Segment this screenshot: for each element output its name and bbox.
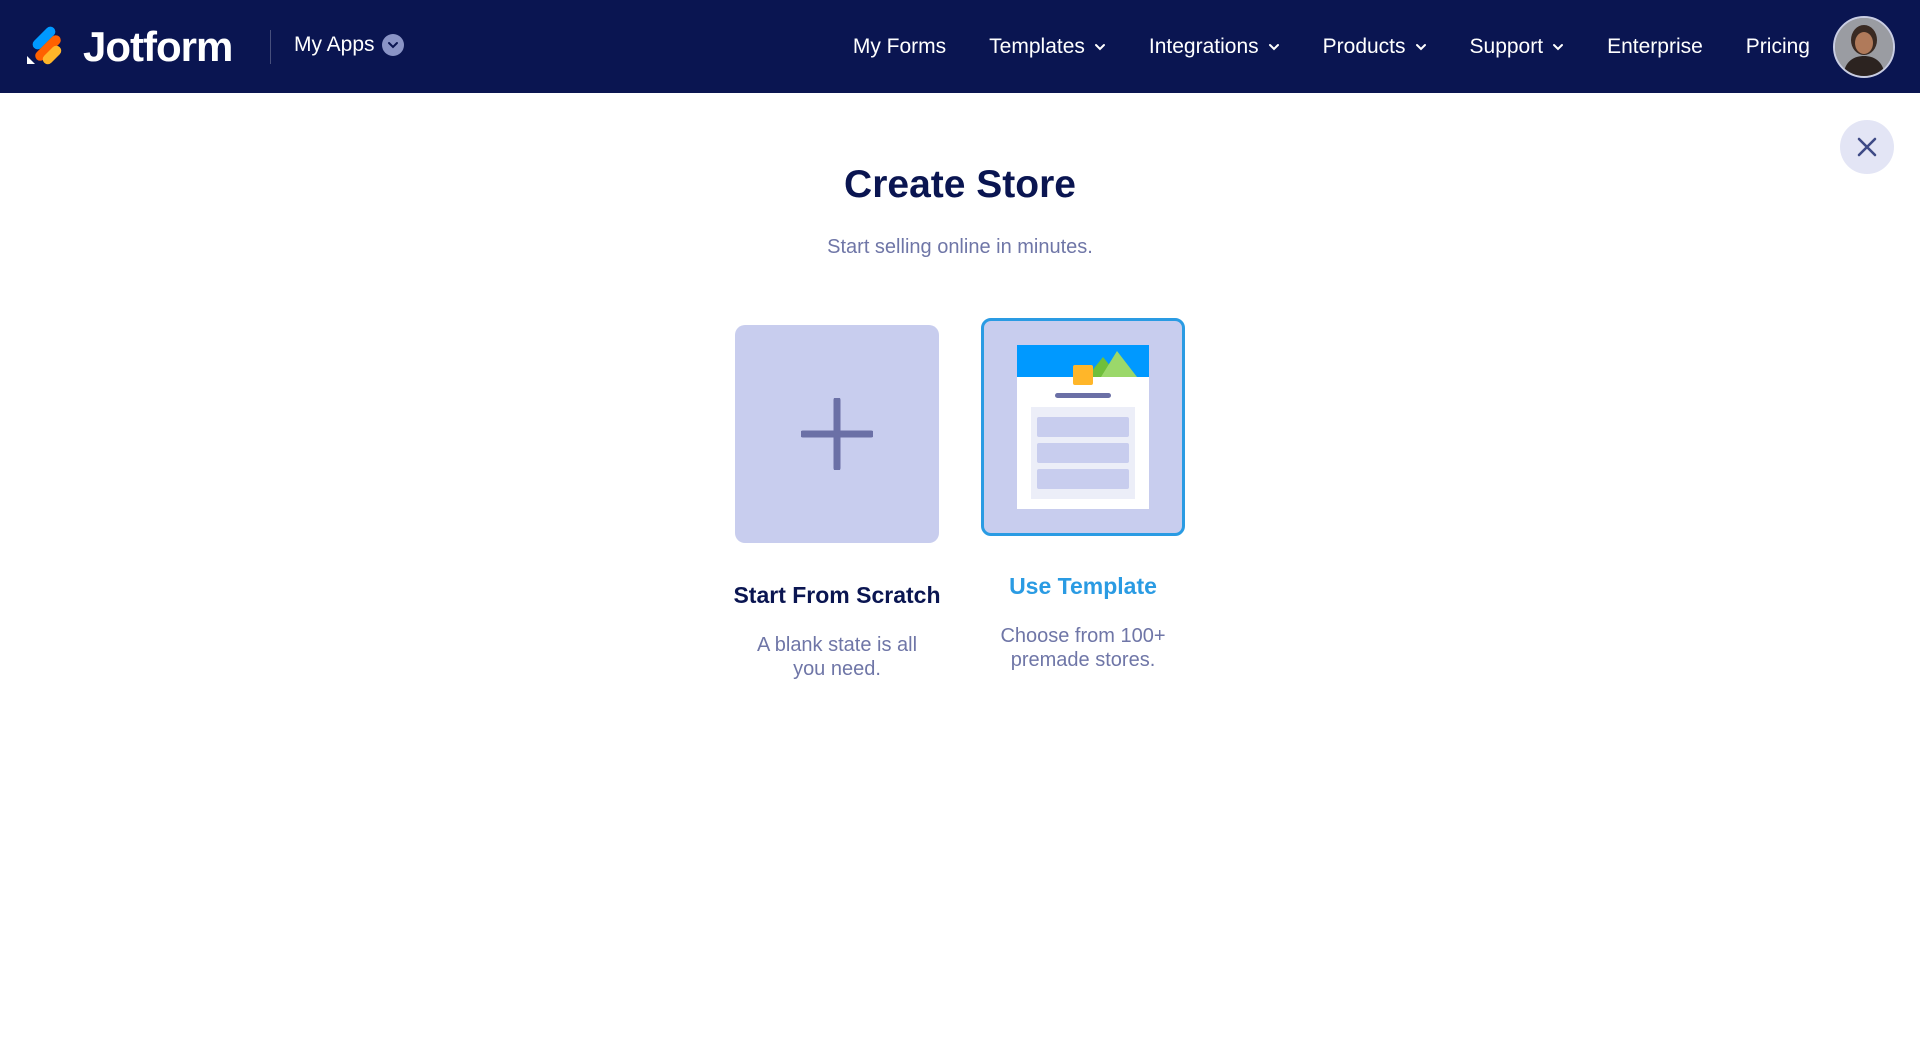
page-subtitle: Start selling online in minutes. [827, 236, 1093, 258]
nav-label: My Forms [852, 34, 947, 58]
header-divider [270, 30, 271, 64]
my-apps-label: My Apps [294, 33, 375, 56]
chevron-down-icon [381, 34, 404, 56]
start-from-scratch-card[interactable] [735, 325, 939, 543]
brand-name: Jotform [83, 23, 233, 70]
nav-label: Enterprise [1607, 34, 1703, 58]
use-template-card[interactable] [981, 318, 1185, 536]
chevron-down-icon [1094, 43, 1105, 50]
option-label: Start From Scratch [733, 582, 941, 608]
nav-integrations[interactable]: Integrations [1149, 35, 1280, 59]
nav-pricing[interactable]: Pricing [1746, 35, 1810, 59]
top-navbar: Jotform My Apps My Forms Templates Integ… [0, 0, 1920, 93]
nav-label: Templates [989, 34, 1085, 58]
nav-products[interactable]: Products [1323, 35, 1427, 59]
nav-label: Pricing [1745, 34, 1810, 58]
nav-label: Integrations [1148, 34, 1259, 58]
nav-label: Products [1322, 34, 1406, 58]
nav-enterprise[interactable]: Enterprise [1607, 35, 1703, 59]
nav-label: Support [1469, 34, 1544, 58]
option-description: Choose from 100+ premade stores. [1000, 625, 1166, 671]
main-nav: My Forms Templates Integrations Products… [810, 0, 1810, 93]
nav-templates[interactable]: Templates [989, 35, 1106, 59]
page-title: Create Store [844, 163, 1076, 206]
plus-icon [801, 398, 873, 470]
close-icon [1857, 137, 1877, 157]
nav-my-forms[interactable]: My Forms [853, 35, 946, 59]
avatar-image [1835, 18, 1893, 76]
nav-support[interactable]: Support [1470, 35, 1565, 59]
jotform-logo[interactable]: Jotform [25, 22, 233, 72]
chevron-down-icon [1415, 43, 1426, 50]
chevron-down-icon [1553, 43, 1564, 50]
chevron-down-icon [1268, 43, 1279, 50]
jotform-logo-icon [27, 26, 62, 65]
my-apps-dropdown[interactable]: My Apps [294, 33, 404, 57]
use-template-option[interactable]: Use Template Choose from 100+ premade st… [973, 318, 1193, 672]
option-label: Use Template [1009, 573, 1157, 599]
store-template-icon [1017, 345, 1149, 509]
user-avatar[interactable] [1833, 16, 1895, 78]
option-description: A blank state is all you need. [756, 634, 918, 680]
start-from-scratch-option[interactable]: Start From Scratch A blank state is all … [727, 325, 947, 681]
